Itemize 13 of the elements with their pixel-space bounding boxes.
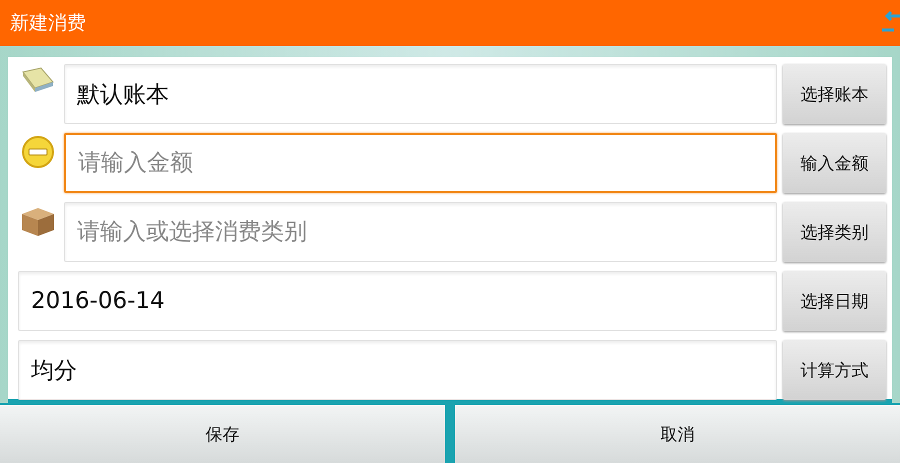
bottom-button[interactable]: 取消 [455,405,900,463]
bottom-button[interactable]: 保存 [0,405,445,463]
window-title: 新建消费 [10,11,86,36]
input-field[interactable]: 均分 [18,340,777,400]
side-button[interactable]: 计算方式 [783,340,886,400]
input-field[interactable]: 2016-06-14 [18,271,777,331]
side-button[interactable]: 选择账本 [783,64,886,124]
input-field[interactable]: 请输入金额 [64,133,777,193]
side-button[interactable]: 选择日期 [783,271,886,331]
side-button[interactable]: 选择类别 [783,202,886,262]
input-field[interactable]: 默认账本 [64,64,777,124]
side-button[interactable]: 输入金额 [783,133,886,193]
minus-coin-icon [21,135,55,169]
